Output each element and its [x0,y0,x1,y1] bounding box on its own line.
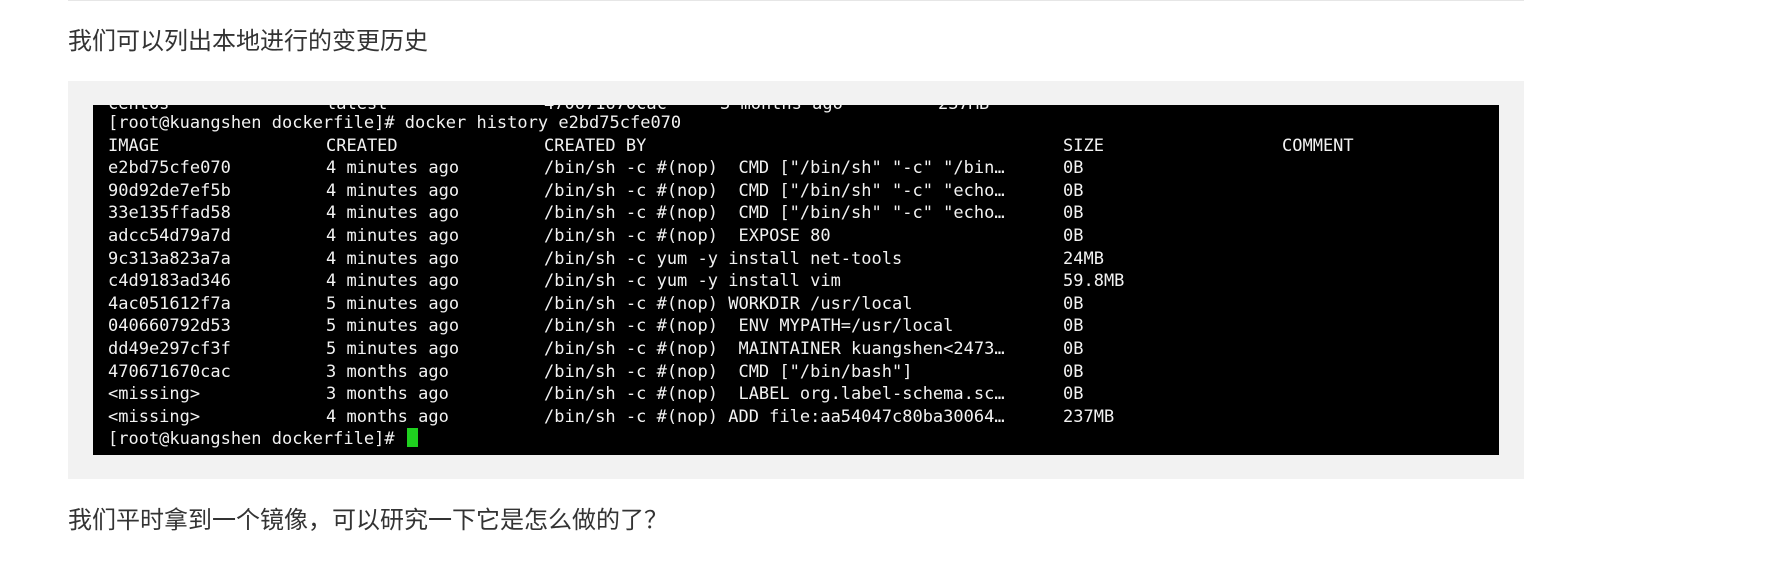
row-created: 3 months ago [326,361,449,382]
row-size: 0B [1063,226,1084,246]
row-image: 33e135ffad58 [108,203,231,224]
row-created-by: /bin/sh -c #(nop) ENV MYPATH=/usr/local [544,316,954,337]
screenshot-figure: centos latest 470671670cac 3 months ago … [68,81,1524,479]
row-image: adcc54d79a7d [108,226,231,246]
row-created-by: /bin/sh -c #(nop) WORKDIR /usr/local [544,293,913,314]
row-size: 0B [1063,384,1084,405]
intro-paragraph: 我们可以列出本地进行的变更历史 [68,27,428,55]
top-divider [68,0,1524,1]
row-size: 24MB [1063,248,1104,269]
row-image: <missing> [108,406,201,427]
row-created-by: /bin/sh -c #(nop) ADD file:aa54047c80ba3… [544,406,1005,427]
row-created: 4 minutes ago [326,271,460,292]
row-image: dd49e297cf3f [108,339,231,359]
row-created: 4 minutes ago [326,248,460,269]
row-size: 0B [1063,203,1084,224]
cutoff-comment: 237MB [938,105,989,116]
history-row: 040660792d53 5 minutes ago /bin/sh -c #(… [108,315,1083,338]
row-image: e2bd75cfe070 [108,158,231,179]
row-created: 5 minutes ago [326,316,460,337]
row-created: 4 minutes ago [326,203,460,224]
row-image: 90d92de7ef5b [108,180,231,201]
header-image: IMAGE [108,135,160,156]
row-created: 3 months ago [326,384,449,405]
history-row: dd49e297cf3f 5 minutes ago /bin/sh -c #(… [108,338,1083,361]
prompt-line: [root@kuangshen dockerfile]# [108,428,418,451]
row-created: 4 minutes ago [326,180,460,201]
row-created-by: /bin/sh -c #(nop) EXPOSE 80 [544,226,831,246]
row-image: 040660792d53 [108,316,231,337]
header-created: CREATED [326,135,398,156]
header-created-by: CREATED BY [544,135,647,156]
row-created: 5 minutes ago [326,293,460,314]
history-row: c4d9183ad346 4 minutes ago /bin/sh -c yu… [108,270,1124,293]
row-created-by: /bin/sh -c #(nop) CMD ["/bin/sh" "-c" "e… [544,203,1005,224]
row-created-by: /bin/sh -c yum -y install vim [544,271,841,292]
row-created: 4 months ago [326,406,449,427]
outro-paragraph: 我们平时拿到一个镜像，可以研究一下它是怎么做的了？ [68,506,668,534]
history-row: <missing> 3 months ago /bin/sh -c #(nop)… [108,383,1083,406]
row-size: 0B [1063,180,1084,201]
header-row: IMAGE CREATED CREATED BY SIZE COMMENT [108,135,1354,158]
history-row: e2bd75cfe070 4 minutes ago /bin/sh -c #(… [108,157,1083,180]
row-created-by: /bin/sh -c #(nop) CMD ["/bin/sh" "-c" "/… [544,158,1005,179]
row-size: 0B [1063,339,1084,359]
terminal-window: centos latest 470671670cac 3 months ago … [93,105,1499,455]
history-row: 9c313a823a7a 4 minutes ago /bin/sh -c yu… [108,248,1104,271]
row-image: 9c313a823a7a [108,248,231,269]
row-created-by: /bin/sh -c #(nop) MAINTAINER kuangshen<2… [544,339,1005,359]
row-created: 4 minutes ago [326,158,460,179]
row-size: 0B [1063,316,1084,337]
history-row: 470671670cac 3 months ago /bin/sh -c #(n… [108,361,1083,384]
history-row: 33e135ffad58 4 minutes ago /bin/sh -c #(… [108,202,1083,225]
row-size: 0B [1063,361,1084,382]
row-image: c4d9183ad346 [108,271,231,292]
row-created-by: /bin/sh -c #(nop) CMD ["/bin/sh" "-c" "e… [544,180,1005,201]
row-created: 5 minutes ago [326,339,460,359]
row-created: 4 minutes ago [326,226,460,246]
row-created-by: /bin/sh -c #(nop) LABEL org.label-schema… [544,384,1005,405]
row-image: 470671670cac [108,361,231,382]
row-size: 59.8MB [1063,271,1125,292]
row-created-by: /bin/sh -c yum -y install net-tools [544,248,903,269]
row-image: 4ac051612f7a [108,293,231,314]
history-row: <missing> 4 months ago /bin/sh -c #(nop)… [108,406,1114,429]
row-created-by: /bin/sh -c #(nop) CMD ["/bin/bash"] [544,361,913,382]
history-row: 4ac051612f7a 5 minutes ago /bin/sh -c #(… [108,293,1083,316]
cutoff-size: 3 months ago [720,105,843,116]
header-size: SIZE [1063,135,1104,156]
row-size: 0B [1063,158,1084,179]
prompt-text: [root@kuangshen dockerfile]# [108,429,405,450]
row-size: 0B [1063,293,1084,314]
history-row: adcc54d79a7d 4 minutes ago /bin/sh -c #(… [108,225,1083,248]
terminal-cursor [406,428,418,448]
history-row: 90d92de7ef5b 4 minutes ago /bin/sh -c #(… [108,180,1083,203]
header-comment: COMMENT [1282,135,1354,156]
row-size: 237MB [1063,406,1115,427]
command-line: [root@kuangshen dockerfile]# docker hist… [108,113,682,133]
row-image: <missing> [108,384,201,405]
